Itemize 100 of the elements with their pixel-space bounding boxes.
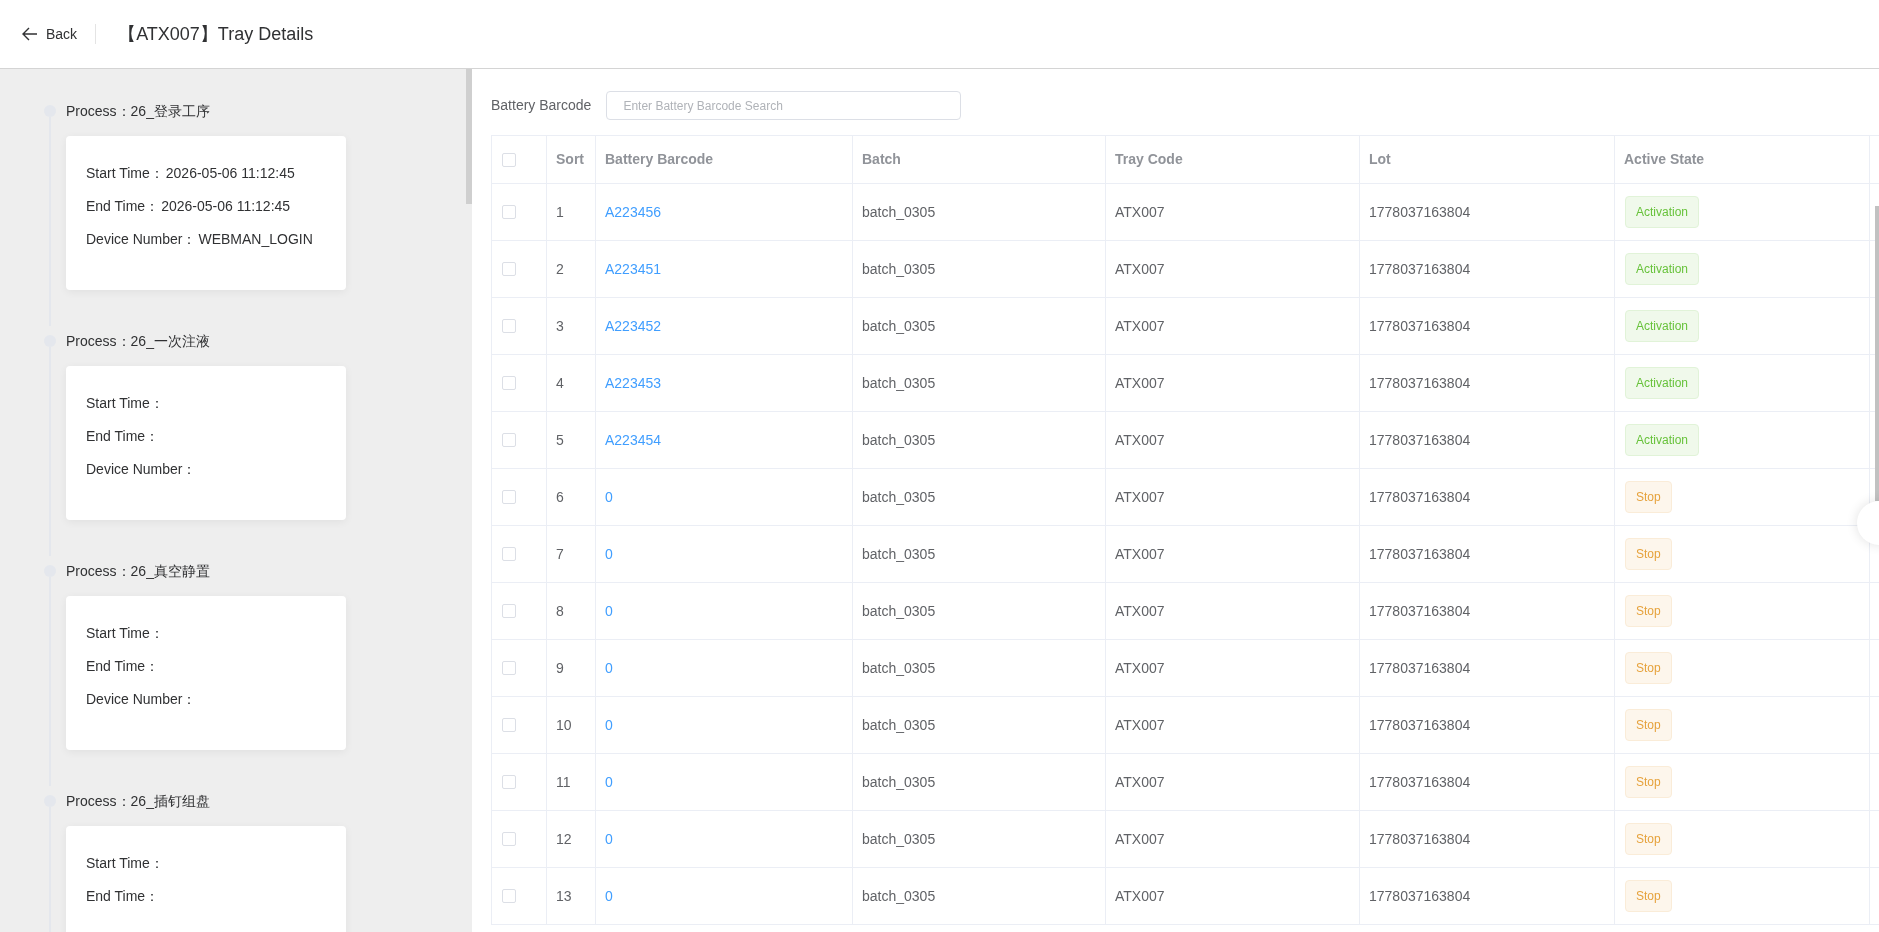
table-cell-text: batch_0305 <box>862 715 936 735</box>
barcode-link[interactable]: 0 <box>605 486 613 508</box>
field-label: Device Number： <box>86 230 197 249</box>
table-cell-text: 1778037163804 <box>1369 658 1471 678</box>
field-label: End Time： <box>86 657 160 676</box>
table-cell-text: ATX007 <box>1115 487 1165 507</box>
search-field[interactable]: Enter Battery Barcode Search <box>606 91 962 120</box>
table-cell-text: 1778037163804 <box>1369 886 1471 906</box>
row-checkbox[interactable] <box>502 262 516 276</box>
table-cell-text: ATX007 <box>1115 430 1165 450</box>
table-cell-text: 1778037163804 <box>1369 259 1471 279</box>
table-cell-text: batch_0305 <box>862 373 936 393</box>
process-name: Process：26_插钉组盘 <box>66 792 211 810</box>
table-cell-text: 13 <box>556 886 572 906</box>
table-cell-text: batch_0305 <box>862 601 936 621</box>
barcode-link[interactable]: 0 <box>605 885 613 907</box>
column-header: Lot <box>1369 150 1391 169</box>
table-cell-text: 1778037163804 <box>1369 430 1471 450</box>
table-cell-text: 5 <box>556 430 564 450</box>
table-cell-text: 1778037163804 <box>1369 715 1471 735</box>
barcode-link[interactable]: 0 <box>605 828 613 850</box>
status-tag: Activation <box>1625 310 1700 342</box>
row-checkbox[interactable] <box>502 775 516 789</box>
row-checkbox[interactable] <box>502 205 516 219</box>
barcode-link[interactable]: A223452 <box>605 315 662 337</box>
table-cell-text: ATX007 <box>1115 886 1165 906</box>
column-header: Sort <box>556 150 584 169</box>
status-tag: Activation <box>1625 367 1700 399</box>
scrollbar-thumb[interactable] <box>1875 206 1879 501</box>
table-cell-text: 10 <box>556 715 572 735</box>
table-cell-text: 1778037163804 <box>1369 316 1471 336</box>
table-cell-text: ATX007 <box>1115 601 1165 621</box>
barcode-link[interactable]: 0 <box>605 771 613 793</box>
barcode-link[interactable]: 0 <box>605 714 613 736</box>
table-cell-text: batch_0305 <box>862 316 936 336</box>
table-cell-text: 12 <box>556 829 572 849</box>
search-label: Battery Barcode <box>491 96 592 115</box>
field-value: 2026-05-06 11:12:45 <box>165 164 295 183</box>
barcode-link[interactable]: A223453 <box>605 372 662 394</box>
table-cell-text: 1778037163804 <box>1369 772 1471 792</box>
status-tag: Activation <box>1625 424 1700 456</box>
table-cell-text: ATX007 <box>1115 316 1165 336</box>
barcode-link[interactable]: A223451 <box>605 258 662 280</box>
table-cell-text: 1778037163804 <box>1369 601 1471 621</box>
status-tag: Stop <box>1625 481 1672 513</box>
status-tag: Activation <box>1625 196 1700 228</box>
row-checkbox[interactable] <box>502 832 516 846</box>
table-cell-text: batch_0305 <box>862 772 936 792</box>
table-cell-text: 7 <box>556 544 564 564</box>
table-cell-text: 1778037163804 <box>1369 487 1471 507</box>
row-checkbox[interactable] <box>502 718 516 732</box>
table-cell-text: ATX007 <box>1115 829 1165 849</box>
barcode-link[interactable]: 0 <box>605 600 613 622</box>
table-cell-text: 1 <box>556 202 564 222</box>
table-cell-text: batch_0305 <box>862 202 936 222</box>
table-cell-text: ATX007 <box>1115 259 1165 279</box>
process-name: Process：26_登录工序 <box>66 102 211 120</box>
status-tag: Stop <box>1625 595 1672 627</box>
page-title: 【ATX007】Tray Details <box>118 22 314 46</box>
table-cell-text: ATX007 <box>1115 202 1165 222</box>
table-cell-text: batch_0305 <box>862 259 936 279</box>
table-cell-text: 4 <box>556 373 564 393</box>
row-checkbox[interactable] <box>502 604 516 618</box>
row-checkbox[interactable] <box>502 376 516 390</box>
table-cell-text: batch_0305 <box>862 829 936 849</box>
status-tag: Stop <box>1625 652 1672 684</box>
table-cell-text: ATX007 <box>1115 544 1165 564</box>
status-tag: Stop <box>1625 538 1672 570</box>
process-name: Process：26_一次注液 <box>66 332 211 350</box>
table-cell-text: 6 <box>556 487 564 507</box>
field-label: Start Time： <box>86 624 164 643</box>
table-cell-text: 9 <box>556 658 564 678</box>
row-checkbox[interactable] <box>502 433 516 447</box>
field-value: 2026-05-06 11:12:45 <box>161 197 291 216</box>
select-all-checkbox[interactable] <box>502 152 516 167</box>
field-value: WEBMAN_LOGIN <box>198 230 313 249</box>
status-tag: Stop <box>1625 766 1672 798</box>
column-header: Battery Barcode <box>605 150 714 169</box>
table-cell-text: batch_0305 <box>862 658 936 678</box>
row-checkbox[interactable] <box>502 661 516 675</box>
row-checkbox[interactable] <box>502 490 516 504</box>
row-checkbox[interactable] <box>502 547 516 561</box>
scrollbar-thumb[interactable] <box>466 69 472 204</box>
field-label: Start Time： <box>86 854 164 873</box>
back-button[interactable]: Back <box>22 23 78 45</box>
status-tag: Activation <box>1625 253 1700 285</box>
barcode-link[interactable]: 0 <box>605 543 613 565</box>
field-label: Start Time： <box>86 164 164 183</box>
row-checkbox[interactable] <box>502 319 516 333</box>
barcode-link[interactable]: A223454 <box>605 429 662 451</box>
table-cell-text: batch_0305 <box>862 487 936 507</box>
field-label: Start Time： <box>86 394 164 413</box>
field-label: End Time： <box>86 197 160 216</box>
row-checkbox[interactable] <box>502 889 516 903</box>
column-header: Tray Code <box>1115 150 1183 169</box>
barcode-link[interactable]: A223456 <box>605 201 662 223</box>
table-cell-text: 1778037163804 <box>1369 373 1471 393</box>
status-tag: Stop <box>1625 709 1672 741</box>
table-cell-text: 2 <box>556 259 564 279</box>
barcode-link[interactable]: 0 <box>605 657 613 679</box>
